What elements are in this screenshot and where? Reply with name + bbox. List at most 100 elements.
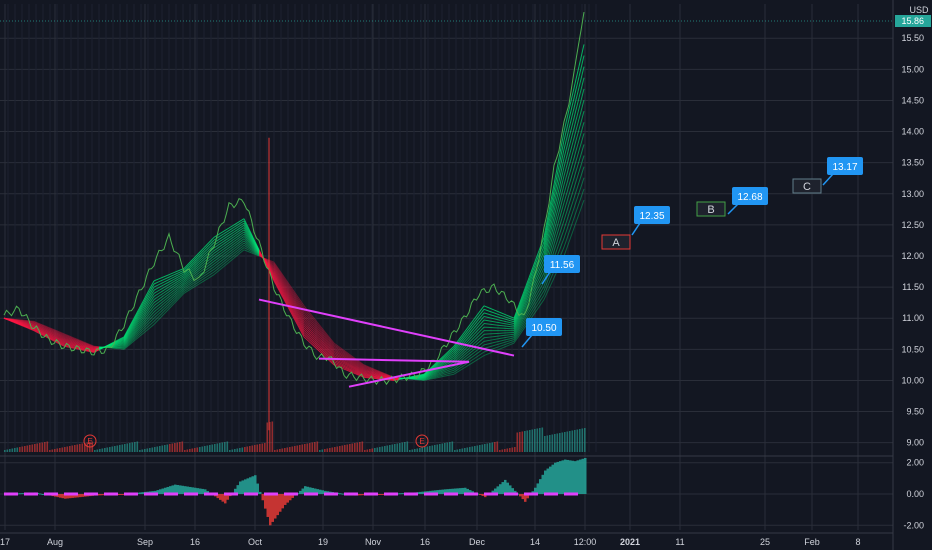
oscillator-bar — [554, 462, 557, 494]
oscillator-bar — [441, 489, 444, 494]
oscillator-bar — [264, 494, 267, 509]
volume-bar — [291, 446, 294, 452]
price-tick-label: 14.00 — [901, 127, 924, 137]
volume-bar — [431, 445, 434, 452]
volume-bar — [114, 446, 116, 452]
oscillator-bar — [559, 461, 562, 494]
volume-bar — [74, 445, 76, 452]
volume-bar — [284, 448, 286, 452]
oscillator-bar — [421, 491, 424, 494]
oscillator-bar — [479, 494, 482, 495]
volume-bar — [46, 441, 49, 452]
price-tick-label: 11.00 — [902, 313, 924, 323]
callout-text: 10.50 — [531, 323, 556, 334]
oscillator-bar — [61, 494, 64, 499]
ribbon-line — [503, 325, 510, 328]
volume-bar — [449, 442, 451, 452]
volume-bar — [309, 443, 311, 452]
chart-canvas[interactable]: EE 11.5610.5012.3512.6813.17ABC 15.5015.… — [0, 0, 932, 550]
volume-bar — [351, 443, 354, 452]
volume-bar — [199, 447, 201, 452]
volume-bar — [529, 430, 531, 452]
price-tick-label: 9.50 — [906, 407, 924, 417]
volume-bar — [131, 442, 134, 452]
volume-bar — [234, 449, 236, 452]
volume-bar — [296, 445, 299, 452]
volume-bar — [176, 442, 179, 452]
price-tick-label: 10.50 — [901, 344, 924, 354]
volume-bar — [26, 445, 29, 452]
oscillator-bar — [564, 459, 567, 494]
volume-bar — [136, 441, 139, 452]
volume-bar — [266, 422, 269, 452]
ribbon-line — [483, 336, 490, 339]
volume-bar — [281, 448, 284, 452]
oscillator-bar — [539, 479, 542, 494]
time-tick-label: 19 — [318, 537, 328, 547]
oscillator-bar — [159, 489, 162, 494]
volume-bar — [56, 448, 59, 452]
ribbon-line — [498, 324, 505, 327]
ribbon-line — [18, 319, 25, 321]
oscillator-bar — [419, 491, 422, 494]
volume-bar — [376, 447, 379, 452]
oscillator-bar — [179, 485, 182, 494]
wave-label[interactable]: A — [601, 234, 631, 250]
volume-bar — [124, 444, 126, 452]
volume-bar — [184, 450, 186, 452]
chart-background — [0, 0, 932, 550]
oscillator-bar — [39, 493, 42, 495]
volume-bar — [29, 445, 31, 452]
oscillator-bar — [401, 493, 404, 495]
volume-bar — [66, 446, 69, 452]
oscillator-bar — [521, 494, 524, 500]
volume-bar — [129, 443, 131, 452]
volume-bar — [564, 432, 566, 452]
volume-bar — [526, 430, 529, 452]
oscillator-bar — [276, 494, 279, 516]
volume-bar — [279, 449, 281, 452]
volume-bar — [314, 442, 316, 452]
oscillator-bar — [219, 494, 222, 500]
price-tick-label: 13.00 — [901, 189, 924, 199]
volume-bar — [496, 441, 499, 452]
callout-text: 11.56 — [550, 260, 575, 271]
volume-bar — [516, 432, 519, 452]
ribbon-line — [508, 333, 515, 336]
oscillator-bar — [41, 494, 44, 495]
oscillator-bar — [499, 484, 502, 494]
volume-bar — [191, 448, 194, 452]
oscillator-bar — [439, 489, 442, 494]
ribbon-line — [8, 318, 15, 320]
oscillator-bar — [241, 480, 244, 494]
volume-bar — [446, 442, 449, 452]
oscillator-bar — [341, 493, 344, 495]
volume-bar — [366, 449, 369, 452]
volume-bar — [339, 446, 341, 452]
oscillator-bar — [549, 466, 552, 494]
oscillator-bar — [501, 482, 504, 494]
price-tick-label: 10.00 — [901, 375, 924, 385]
oscillator-bar — [399, 493, 402, 495]
oscillator-bar — [506, 482, 509, 494]
volume-bar — [209, 445, 211, 452]
oscillator-bar — [269, 494, 272, 526]
ribbon-line — [483, 323, 490, 325]
volume-bar — [21, 446, 24, 452]
oscillator-bar — [21, 493, 24, 495]
volume-bar — [316, 441, 319, 452]
oscillator-bar — [121, 494, 124, 495]
volume-bar — [354, 443, 356, 452]
volume-bar — [216, 443, 219, 452]
volume-bar — [159, 446, 161, 452]
volume-bar — [271, 421, 274, 452]
wave-label[interactable]: B — [696, 201, 726, 217]
volume-bar — [329, 448, 331, 452]
volume-bar — [406, 441, 409, 452]
price-axis[interactable]: 15.50 15.00 14.50 14.00 13.50 13.00 12.50 12.00… — [892, 0, 932, 550]
wave-text: B — [707, 204, 714, 216]
wave-label[interactable]: C — [792, 178, 822, 194]
volume-bar — [274, 450, 276, 452]
volume-bar — [6, 449, 9, 452]
volume-bar — [11, 448, 14, 452]
